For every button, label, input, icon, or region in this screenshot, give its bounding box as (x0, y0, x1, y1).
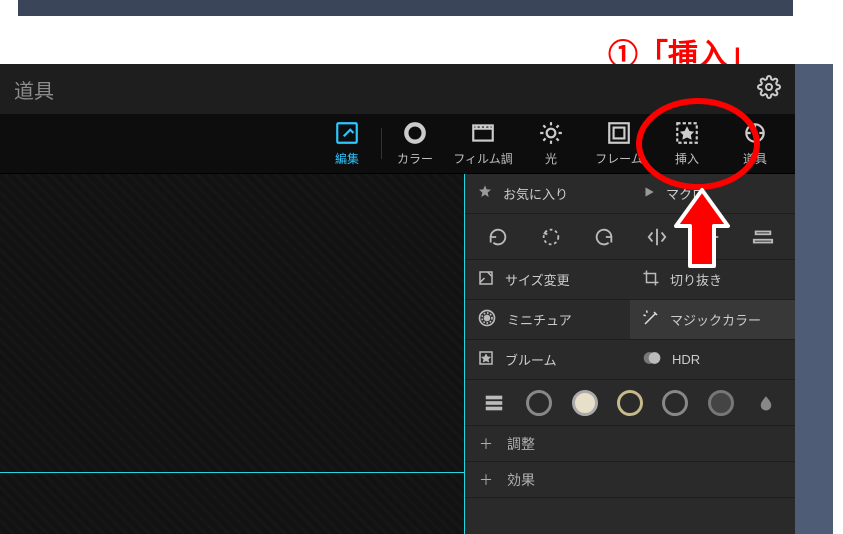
tab-light[interactable]: 光 (517, 120, 585, 167)
canvas[interactable] (0, 174, 465, 534)
tab-film[interactable]: フィルム調 (449, 120, 517, 167)
panel-resize[interactable]: サイズ変更 (465, 260, 630, 299)
menu-icon[interactable] (471, 380, 516, 425)
tab-color-label: カラー (397, 152, 433, 166)
swatch-row (465, 380, 795, 426)
panel-crop-label: 切り抜き (670, 270, 722, 289)
main-toolbar: 編集 カラー フィルム調 光 フレーム 挿入 道具 (0, 114, 795, 174)
tab-edit[interactable]: 編集 (313, 120, 381, 167)
section-effect-label: 効果 (507, 470, 535, 490)
panel-macro[interactable]: マクロ (630, 174, 795, 213)
rotate-cw-icon[interactable] (577, 214, 630, 259)
plus-icon: ＋ (479, 470, 493, 490)
magic-wand-icon (642, 309, 660, 330)
panel-hdr-label: HDR (672, 352, 700, 367)
panel-macro-label: マクロ (666, 184, 705, 203)
miniature-icon (477, 308, 497, 331)
tab-frame[interactable]: フレーム (585, 120, 653, 167)
tab-light-label: 光 (545, 152, 557, 166)
swatch-4[interactable] (653, 380, 698, 425)
bloom-icon (477, 349, 495, 370)
flip-horizontal-icon[interactable] (630, 214, 683, 259)
rotate-ccw-icon[interactable] (471, 214, 524, 259)
gear-icon[interactable] (757, 75, 781, 104)
section-effect[interactable]: ＋ 効果 (465, 462, 795, 498)
flip-vertical-icon[interactable] (683, 214, 736, 259)
right-window-strip (795, 64, 833, 534)
page-title: 道具 (14, 75, 54, 104)
tab-frame-label: フレーム (595, 152, 643, 166)
panel-miniature[interactable]: ミニチュア (465, 300, 630, 339)
panel-magic-color[interactable]: マジックカラー (630, 300, 795, 339)
main-area: お気に入り マクロ サイズ変 (0, 174, 795, 534)
panel-crop[interactable]: 切り抜き (630, 260, 795, 299)
swatch-2[interactable] (562, 380, 607, 425)
panel-bloom-label: ブルーム (505, 350, 557, 369)
plus-icon: ＋ (479, 434, 493, 454)
panel-miniature-label: ミニチュア (507, 310, 572, 329)
panel-resize-label: サイズ変更 (505, 270, 570, 289)
panel-bloom[interactable]: ブルーム (465, 340, 630, 379)
rotate-ccw-dashed-icon[interactable] (524, 214, 577, 259)
tab-tools-label: 道具 (743, 152, 767, 166)
panel-favorites-label: お気に入り (503, 184, 568, 203)
guide-vertical (464, 174, 465, 534)
tab-color[interactable]: カラー (381, 120, 449, 167)
panel-hdr[interactable]: HDR (630, 340, 795, 379)
resize-icon (477, 269, 495, 290)
hdr-icon (642, 348, 662, 371)
rotate-row (465, 214, 795, 260)
star-icon (477, 184, 493, 203)
section-adjust[interactable]: ＋ 調整 (465, 426, 795, 462)
swatch-5[interactable] (698, 380, 743, 425)
tab-film-label: フィルム調 (453, 152, 513, 166)
outer-window-strip (18, 0, 793, 16)
app-window: 道具 編集 カラー フィルム調 光 フレーム (0, 64, 795, 534)
tab-tools[interactable]: 道具 (721, 120, 789, 167)
panel-favorites[interactable]: お気に入り (465, 174, 630, 213)
section-adjust-label: 調整 (507, 434, 535, 454)
perspective-icon[interactable] (736, 214, 789, 259)
panel-magic-color-label: マジックカラー (670, 310, 761, 329)
crop-icon (642, 269, 660, 290)
swatch-3[interactable] (607, 380, 652, 425)
titlebar: 道具 (0, 64, 795, 114)
guide-horizontal (0, 472, 465, 473)
play-icon (642, 185, 656, 202)
side-panel: お気に入り マクロ サイズ変 (465, 174, 795, 534)
swatch-1[interactable] (516, 380, 561, 425)
tab-edit-label: 編集 (335, 152, 359, 166)
tab-insert[interactable]: 挿入 (653, 120, 721, 167)
tab-insert-label: 挿入 (675, 152, 699, 166)
droplet-icon[interactable] (744, 380, 789, 425)
